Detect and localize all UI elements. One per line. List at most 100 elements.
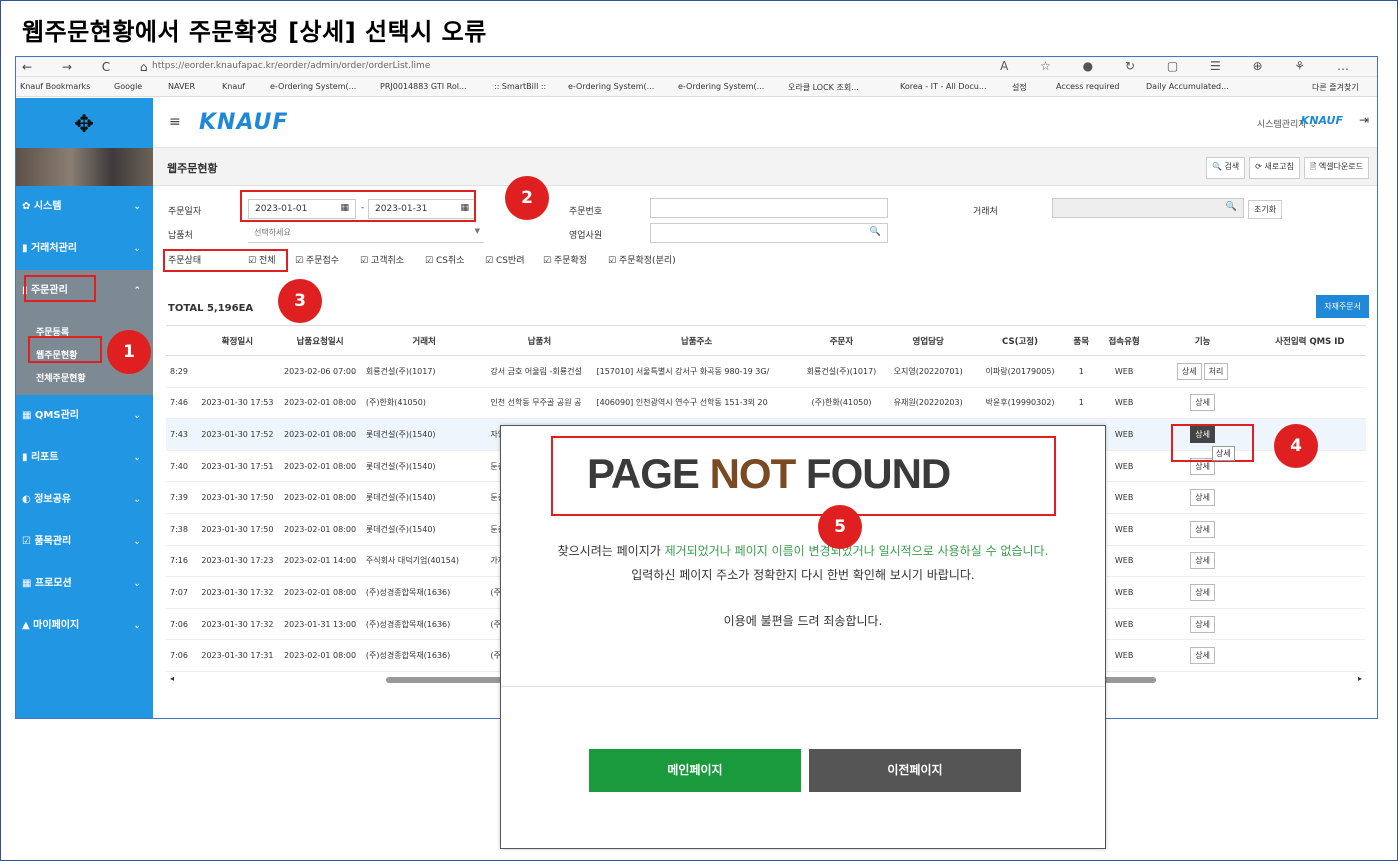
bookmark-item[interactable]: e-Ordering System(...: [678, 82, 764, 91]
bookmark-item[interactable]: 다른 즐겨찾기: [1312, 82, 1359, 93]
reset-button[interactable]: 초기화: [1248, 200, 1283, 219]
delivery-label: 납품처: [168, 231, 193, 241]
sidebar-item-label: ▲ 마이페이지: [22, 620, 80, 631]
table-row[interactable]: 8:29 2023-02-06 07:00 회룡건설(주)(1017) 강서 금호 어…: [166, 355, 1366, 388]
bookmark-item[interactable]: Knauf Bookmarks: [20, 82, 90, 91]
brand-logo[interactable]: KNAUF: [199, 110, 288, 135]
table-cell: 1: [1065, 355, 1097, 388]
logout-icon[interactable]: ⇥: [1359, 113, 1369, 127]
table-cell: [1253, 387, 1366, 420]
toolbar-icons[interactable]: A ☆ ● ↻ ▢ ☰ ⊕ ⚘ …: [1000, 59, 1363, 73]
column-header[interactable]: 납품처: [486, 325, 593, 356]
table-cell: 2023-01-30 17:50: [196, 513, 279, 546]
delivery-select[interactable]: 선택하세요 ▼: [248, 223, 484, 243]
column-header[interactable]: 품목: [1065, 325, 1097, 356]
detail-button[interactable]: 상세: [1176, 362, 1202, 380]
column-header[interactable]: 사전입력 QMS ID: [1253, 325, 1366, 356]
step-marker-5: 5: [818, 505, 862, 549]
hamburger-icon[interactable]: ≡: [169, 114, 181, 130]
status-checkbox[interactable]: ☑ 주문확정(분리): [608, 253, 676, 266]
bookmark-item[interactable]: 오라클 LOCK 조회...: [788, 82, 859, 93]
account-input[interactable]: 🔍: [1052, 198, 1244, 218]
column-header[interactable]: 거래처: [361, 325, 487, 356]
table-cell: WEB: [1096, 387, 1152, 420]
refresh-button[interactable]: ⟳ 새로고침: [1249, 157, 1300, 179]
excel-download-button[interactable]: 🗎 엑셀다운로드: [1303, 157, 1369, 179]
sidebar-item-report[interactable]: ▮ 리포트 ⌄: [16, 437, 153, 479]
sidebar-item-label: ◐ 정보공유: [22, 494, 72, 505]
column-header[interactable]: [166, 325, 197, 356]
bookmark-item[interactable]: 설정: [1012, 82, 1027, 93]
sidebar-item-qms[interactable]: ▦ QMS관리 ⌄: [16, 395, 153, 437]
highlight-web-orders: [28, 336, 102, 363]
table-cell: [1253, 639, 1366, 672]
sidebar-item-promotion[interactable]: ▦ 프로모션 ⌄: [16, 563, 153, 605]
status-checkbox[interactable]: ☑ 고객취소: [360, 253, 404, 266]
search-icon[interactable]: 🔍: [1226, 202, 1237, 212]
url-field[interactable]: https://eorder.knaufapac.kr/eorder/admin…: [152, 61, 430, 71]
column-header[interactable]: 납품주소: [592, 325, 801, 356]
bookmark-item[interactable]: Access required: [1056, 82, 1119, 91]
detail-button[interactable]: 상세: [1190, 489, 1216, 507]
table-cell: (주)한화(41050): [361, 387, 487, 420]
order-date-label: 주문일자: [168, 207, 202, 217]
chevron-down-icon: ⌄: [133, 244, 141, 254]
bookmark-item[interactable]: NAVER: [168, 82, 195, 91]
order-no-input[interactable]: [650, 198, 888, 218]
detail-button[interactable]: 상세: [1190, 520, 1216, 538]
table-cell: 2023-01-30 17:51: [196, 450, 279, 483]
column-header[interactable]: 주문자: [800, 325, 883, 356]
table-cell: 2023-02-01 08:00: [278, 387, 362, 420]
bookmark-item[interactable]: PRJ0014883 GTI Rol...: [380, 82, 467, 91]
table-cell: 상세: [1151, 608, 1254, 641]
status-checkbox[interactable]: ☑ 주문접수: [295, 253, 339, 266]
process-button[interactable]: 처리: [1203, 362, 1229, 380]
column-header[interactable]: 접속유형: [1096, 325, 1152, 356]
column-header[interactable]: 확정일시: [196, 325, 279, 356]
status-checkbox[interactable]: ☑ 주문확정: [543, 253, 587, 266]
table-cell: [406090] 인천광역시 연수구 선학동 151-3외 20: [592, 387, 801, 420]
table-row[interactable]: 7:46 2023-01-30 17:53 2023-02-01 08:00 (주)한…: [166, 387, 1366, 420]
chevron-down-icon: ⌄: [133, 453, 141, 463]
sidebar-item-products[interactable]: ☑ 품목관리 ⌄: [16, 521, 153, 563]
bookmark-item[interactable]: e-Ordering System(...: [568, 82, 654, 91]
sidebar-item-info[interactable]: ◐ 정보공유 ⌄: [16, 479, 153, 521]
bookmark-item[interactable]: Daily Accumulated...: [1146, 82, 1229, 91]
bookmark-item[interactable]: :: SmartBill ::: [494, 82, 546, 91]
detail-button[interactable]: 상세: [1190, 394, 1216, 412]
detail-button[interactable]: 상세: [1190, 647, 1216, 665]
page-header: 웹주문현황 🔍 검색 ⟳ 새로고침 🗎 엑셀다운로드: [153, 148, 1377, 186]
column-header[interactable]: 영업담당: [882, 325, 975, 356]
column-header[interactable]: CS(고정): [974, 325, 1066, 356]
scroll-right-icon[interactable]: ▸: [1358, 674, 1362, 683]
material-order-button[interactable]: 자재주문서: [1316, 295, 1369, 318]
sidebar-item-accounts[interactable]: ▮ 거래처관리 ⌄: [16, 228, 153, 270]
bookmark-item[interactable]: e-Ordering System(...: [270, 82, 356, 91]
detail-button[interactable]: 상세: [1190, 615, 1216, 633]
column-header[interactable]: 기능: [1151, 325, 1254, 356]
browser-nav-buttons[interactable]: ← → C ⌂: [22, 60, 161, 74]
sales-input[interactable]: 🔍: [650, 223, 888, 243]
bookmark-item[interactable]: Google: [114, 82, 142, 91]
table-cell: WEB: [1096, 355, 1152, 388]
table-cell: 상세: [1151, 545, 1254, 578]
sidebar-logo-area: ✥: [16, 98, 153, 148]
status-checkbox[interactable]: ☑ CS반려: [485, 253, 525, 266]
search-icon[interactable]: 🔍: [870, 227, 881, 237]
search-button[interactable]: 🔍 검색: [1205, 157, 1246, 179]
sidebar-item-mypage[interactable]: ▲ 마이페이지 ⌄: [16, 605, 153, 647]
previous-page-button[interactable]: 이전페이지: [809, 749, 1021, 792]
bookmark-item[interactable]: Knauf: [222, 82, 245, 91]
status-checkbox[interactable]: ☑ CS취소: [425, 253, 465, 266]
detail-button[interactable]: 상세: [1190, 583, 1216, 601]
sidebar-item-system[interactable]: ✿ 시스템 ⌄: [16, 186, 153, 228]
main-page-button[interactable]: 메인페이지: [589, 749, 801, 792]
detail-button[interactable]: 상세: [1190, 552, 1216, 570]
table-cell: [1253, 481, 1366, 514]
table-cell: [196, 355, 279, 388]
message-text: 찾으시려는 페이지가: [557, 544, 665, 558]
column-header[interactable]: 납품요청일시: [278, 325, 362, 356]
bookmark-item[interactable]: Korea - IT - All Docu...: [900, 82, 986, 91]
scroll-left-icon[interactable]: ◂: [170, 674, 174, 683]
table-cell: 2023-01-30 17:32: [196, 576, 279, 609]
